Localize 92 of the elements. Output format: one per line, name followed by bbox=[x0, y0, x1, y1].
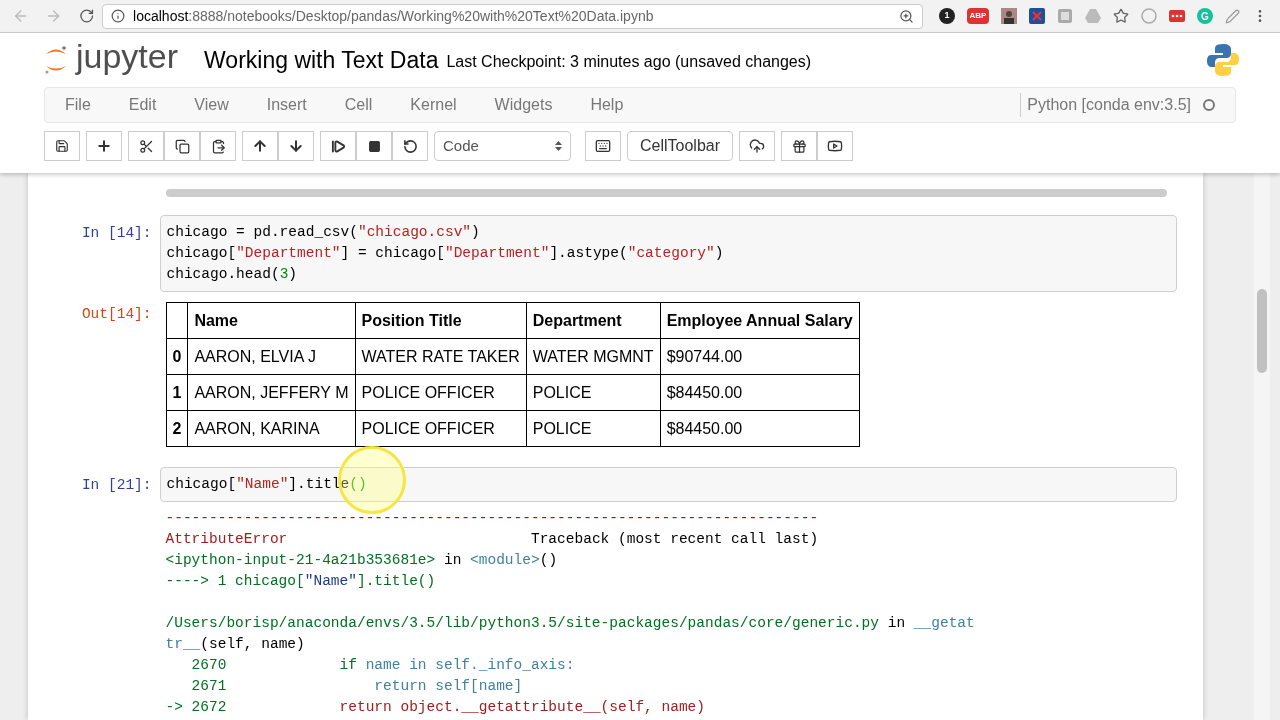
menu-item[interactable]: Widgets bbox=[494, 93, 553, 117]
restart-button[interactable] bbox=[392, 131, 428, 161]
code-line: chicago.head(3) bbox=[166, 265, 299, 284]
input-prompt: In [14]: bbox=[80, 224, 153, 243]
url-path: :8888/notebooks/Desktop/pandas/Working%20with%20Text%20Data.ipynb bbox=[188, 6, 655, 26]
scissors-icon bbox=[138, 138, 154, 154]
bookmark-star-icon[interactable] bbox=[1113, 8, 1129, 24]
stop-button[interactable] bbox=[356, 131, 392, 161]
url-host: localhost bbox=[133, 6, 189, 26]
move-up-button[interactable] bbox=[242, 131, 278, 161]
input-prompt: In [21]: bbox=[80, 476, 153, 495]
menu-item[interactable]: Help bbox=[590, 93, 624, 117]
menu-item[interactable]: View bbox=[194, 93, 229, 117]
menu-item[interactable]: Edit bbox=[128, 93, 157, 117]
reload-icon[interactable] bbox=[78, 8, 95, 24]
play-icon bbox=[827, 138, 844, 154]
add-cell-button[interactable] bbox=[86, 131, 122, 161]
extension-badge[interactable]: 1 bbox=[939, 8, 955, 24]
address-bar[interactable]: localhost:8888/notebooks/Desktop/pandas/Working%20with%20Text%20Data.ipynb bbox=[102, 3, 923, 29]
traceback-line: tr__(self, name) bbox=[165, 635, 306, 654]
table-cell: POLICE bbox=[526, 374, 661, 411]
table-cell: POLICE OFFICER bbox=[355, 374, 527, 411]
info-icon bbox=[111, 9, 126, 23]
menu-item[interactable]: Cell bbox=[344, 93, 373, 117]
extension-icon[interactable] bbox=[1169, 10, 1185, 22]
kernel-name: Python [conda env:3.5] bbox=[1020, 93, 1191, 117]
jupyter-logo-icon bbox=[44, 45, 68, 75]
row-index: 1 bbox=[166, 374, 188, 411]
column-header: Name bbox=[187, 302, 355, 339]
table-cell: POLICE OFFICER bbox=[355, 410, 527, 447]
notebook-title[interactable]: Working with Text Data bbox=[204, 42, 439, 78]
copy-button[interactable] bbox=[164, 131, 200, 161]
restart-icon bbox=[402, 138, 418, 154]
table-cell: AARON, KARINA bbox=[187, 410, 355, 447]
keyboard-button[interactable] bbox=[585, 131, 621, 161]
table-cell: $90744.00 bbox=[660, 338, 860, 375]
traceback-line: AttributeError Traceback (most recent call last) bbox=[165, 530, 820, 549]
person-icon[interactable] bbox=[1001, 8, 1017, 24]
python-logo-icon bbox=[1206, 43, 1240, 77]
cut-button[interactable] bbox=[128, 131, 164, 161]
menu-item[interactable]: File bbox=[65, 93, 91, 117]
traceback-line: /Users/borisp/anaconda/envs/3.5/lib/python3.5/site-packages/pandas/core/generic.py in __getat bbox=[165, 614, 976, 633]
column-header bbox=[166, 302, 188, 339]
traceback-line: 2670 if name in self._info_axis: bbox=[190, 656, 576, 675]
stop-icon bbox=[367, 139, 381, 153]
move-down-button[interactable] bbox=[278, 131, 314, 161]
traceback-line: 2671 return self[name] bbox=[190, 677, 524, 696]
menu-item[interactable]: Insert bbox=[266, 93, 307, 117]
video-button[interactable] bbox=[817, 131, 854, 161]
table-cell: AARON, ELVIA J bbox=[187, 338, 355, 375]
select-caret-icon bbox=[555, 140, 562, 152]
table-cell: WATER MGMNT bbox=[526, 338, 661, 375]
save-button[interactable] bbox=[44, 131, 80, 161]
paste-icon bbox=[210, 138, 226, 154]
row-index: 2 bbox=[166, 410, 188, 447]
output-prompt: Out[14]: bbox=[80, 305, 153, 324]
traceback-line: --------------------------------------------------------------------------- bbox=[165, 509, 820, 528]
table-cell: POLICE bbox=[526, 410, 661, 447]
save-icon bbox=[55, 139, 69, 153]
table-cell: $84450.00 bbox=[660, 374, 860, 411]
paste-button[interactable] bbox=[200, 131, 236, 161]
column-header: Employee Annual Salary bbox=[660, 302, 860, 339]
plus-icon bbox=[96, 138, 112, 154]
checkpoint-status: Last Checkpoint: 3 minutes ago (unsaved changes) bbox=[446, 52, 812, 72]
step-forward-icon bbox=[330, 138, 346, 154]
traceback-line: <ipython-input-21-4a21b353681e> in <module>() bbox=[165, 551, 559, 570]
run-button[interactable] bbox=[320, 131, 356, 161]
code-line: chicago = pd.read_csv("chicago.csv") bbox=[166, 223, 481, 242]
traceback-line: -> 2672 return object.__getattribute__(self, name) bbox=[165, 698, 706, 717]
celltoolbar-button[interactable]: CellToolbar bbox=[627, 131, 734, 161]
table-cell: $84450.00 bbox=[660, 410, 860, 447]
cell-type-select[interactable]: Code bbox=[434, 131, 571, 161]
adblock-icon[interactable]: ABP bbox=[967, 8, 989, 24]
gift-button[interactable] bbox=[781, 131, 818, 161]
kernel-status-icon bbox=[1203, 99, 1215, 111]
keyboard-icon bbox=[595, 138, 611, 154]
upload-button[interactable] bbox=[739, 131, 776, 161]
code-input-area[interactable]: chicago = pd.read_csv("chicago.csv") chicago["Department"] = chicago["Department"].astype("category") chicago.head(3) bbox=[159, 215, 1177, 292]
grammarly-icon[interactable]: G bbox=[1197, 8, 1213, 24]
logo-text: jupyter bbox=[76, 39, 179, 73]
code-line: chicago["Department"] = chicago["Department"].astype("category") bbox=[166, 244, 725, 263]
copy-icon bbox=[174, 138, 190, 154]
traceback-line: ----> 1 chicago["Name"].title() bbox=[165, 572, 437, 591]
zoom-icon[interactable] bbox=[899, 8, 914, 24]
column-header: Position Title bbox=[355, 302, 527, 339]
menu-item[interactable]: Kernel bbox=[410, 93, 457, 117]
table-cell: AARON, JEFFERY M bbox=[187, 374, 355, 411]
row-index: 0 bbox=[166, 338, 188, 375]
column-header: Department bbox=[526, 302, 661, 339]
gift-icon bbox=[791, 138, 807, 154]
table-cell: WATER RATE TAKER bbox=[355, 338, 527, 375]
cloud-upload-icon bbox=[749, 138, 766, 154]
